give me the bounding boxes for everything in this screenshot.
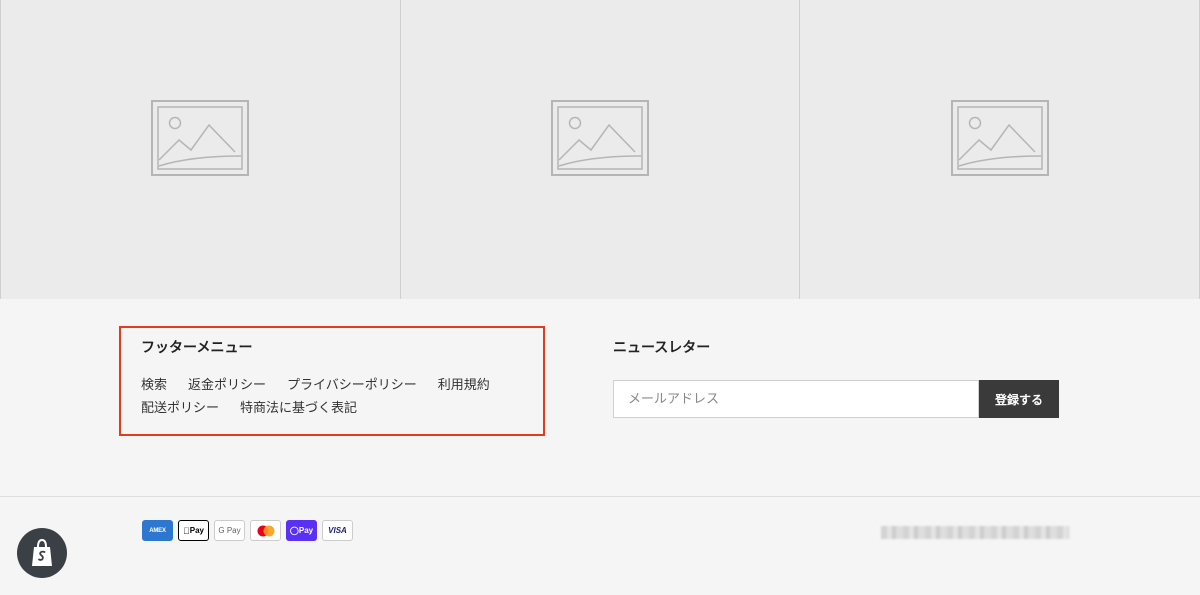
gallery-tile[interactable] bbox=[0, 0, 400, 299]
newsletter-title: ニュースレター bbox=[613, 340, 711, 356]
visa-icon: VISA bbox=[322, 520, 353, 541]
shopify-badge[interactable] bbox=[17, 528, 67, 578]
footer-link-refund-policy[interactable]: 返金ポリシー bbox=[188, 378, 266, 393]
gallery-tile[interactable] bbox=[799, 0, 1200, 299]
newsletter-form: 登録する bbox=[613, 380, 1059, 418]
footer-link-privacy-policy[interactable]: プライバシーポリシー bbox=[287, 378, 417, 393]
footer-link-search[interactable]: 検索 bbox=[141, 378, 167, 393]
footer-menu-links: 検索 返金ポリシー プライバシーポリシー 利用規約 配送ポリシー 特商法に基づく表記 bbox=[141, 374, 541, 420]
amex-icon: AMEX bbox=[142, 520, 173, 541]
footer-menu-title: フッターメニュー bbox=[141, 340, 253, 356]
mastercard-icon bbox=[250, 520, 281, 541]
apple-logo-icon:  bbox=[183, 526, 190, 536]
apple-pay-icon: Pay bbox=[178, 520, 209, 541]
shop-pay-label: Pay bbox=[298, 526, 314, 535]
payment-icons: AMEX Pay G Pay ◯Pay VISA bbox=[142, 520, 353, 541]
mastercard-circles-icon bbox=[257, 525, 274, 536]
footer-link-legal-notice[interactable]: 特商法に基づく表記 bbox=[240, 401, 357, 416]
gallery-tile[interactable] bbox=[399, 0, 800, 299]
footer-divider bbox=[0, 496, 1200, 497]
apple-pay-label: Pay bbox=[186, 526, 204, 535]
image-gallery bbox=[0, 0, 1200, 299]
footer-link-shipping-policy[interactable]: 配送ポリシー bbox=[141, 401, 219, 416]
google-pay-icon: G Pay bbox=[214, 520, 245, 541]
copyright-text-blurred bbox=[881, 526, 1069, 539]
image-placeholder-icon bbox=[950, 100, 1049, 176]
shop-logo-icon: ◯ bbox=[289, 526, 299, 535]
footer-link-terms[interactable]: 利用規約 bbox=[438, 378, 490, 393]
newsletter-email-input[interactable] bbox=[613, 380, 979, 418]
image-placeholder-icon bbox=[151, 100, 250, 176]
image-placeholder-icon bbox=[551, 100, 649, 176]
shop-pay-icon: ◯ Pay bbox=[286, 520, 317, 541]
newsletter-submit-button[interactable]: 登録する bbox=[979, 380, 1059, 418]
shopify-bag-icon bbox=[32, 538, 52, 566]
